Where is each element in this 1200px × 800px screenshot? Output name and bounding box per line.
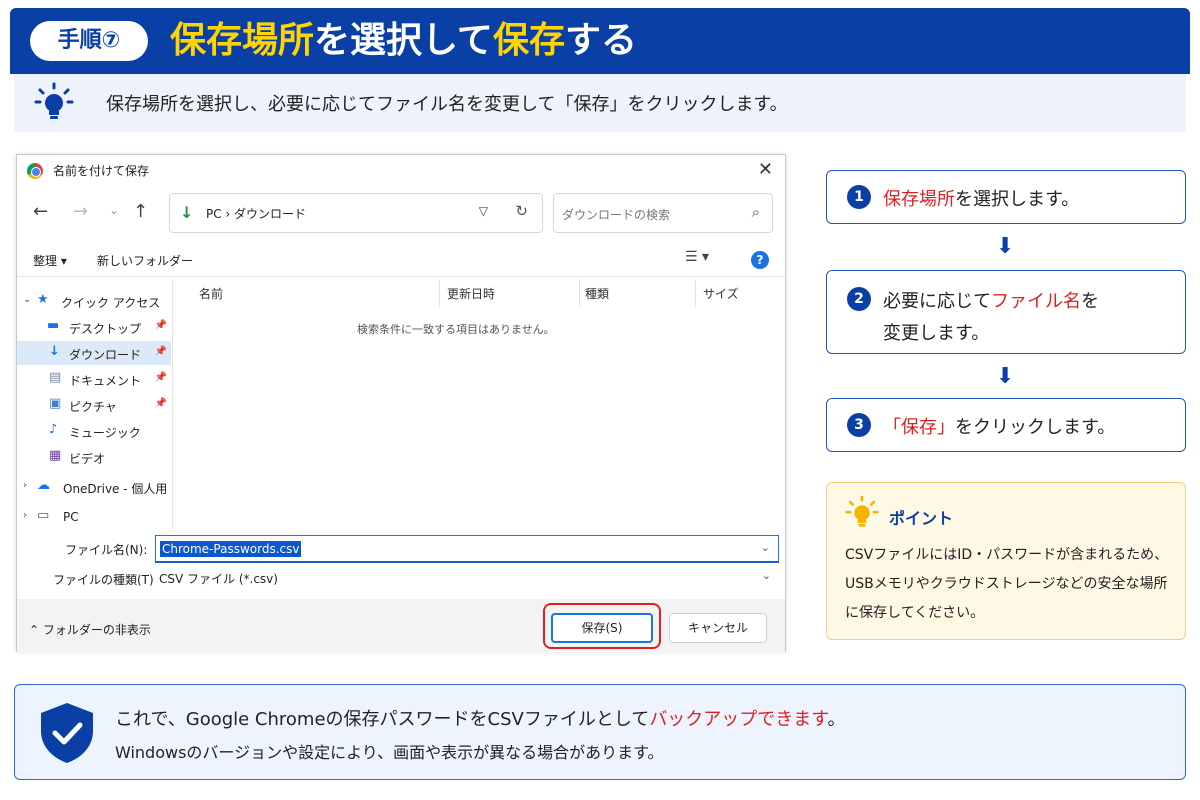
close-icon[interactable]: ✕	[758, 159, 773, 180]
header-banner: 手順⑦ 保存場所を選択して保存する	[10, 8, 1190, 74]
sidebar-item-quick-access[interactable]: ⌄ ★ クイック アクセス	[17, 289, 171, 313]
tip-bar: 保存場所を選択し、必要に応じてファイル名を変更して「保存」をクリックします。	[14, 74, 1186, 132]
note-line-1: これで、Google Chromeの保存パスワードをCSVファイルとしてバックア…	[115, 709, 846, 730]
cloud-icon: ☁	[37, 478, 50, 493]
step-3-box: 3 「保存」をクリックします。	[826, 398, 1186, 452]
step-number: 2	[847, 287, 871, 311]
completion-note: これで、Google Chromeの保存パスワードをCSVファイルとしてバックア…	[14, 684, 1186, 780]
tip-text: 保存場所を選択し、必要に応じてファイル名を変更して「保存」をクリックします。	[106, 94, 788, 115]
column-header-size[interactable]: サイズ	[703, 285, 739, 302]
page-title: 保存場所を選択して保存する	[170, 16, 637, 66]
help-icon[interactable]: ?	[751, 251, 769, 269]
sidebar-item-documents[interactable]: ▤ ドキュメント 📌	[17, 367, 171, 391]
title-part-1: 保存場所	[170, 20, 315, 61]
navigation-pane: ⌄ ★ クイック アクセス ▬ デスクトップ 📌 ↓ ダウンロード 📌 ▤ ドキュメン…	[17, 279, 173, 529]
point-body: CSVファイルにはID・パスワードが含まれるため、USBメモリやクラウドストレー…	[845, 547, 1169, 621]
filename-field[interactable]: Chrome-Passwords.csv ⌄	[155, 535, 779, 563]
search-placeholder: ダウンロードの検索	[562, 208, 671, 222]
point-title: ポイント	[889, 509, 954, 528]
save-button[interactable]: 保存(S)	[551, 613, 653, 643]
forward-arrow-icon[interactable]: →	[73, 201, 88, 222]
chrome-icon	[27, 163, 43, 179]
step-1-box: 1 保存場所を選択します。	[826, 170, 1186, 224]
step-text: 保存場所を選択します。	[883, 189, 1080, 210]
step-2-box: 2 必要に応じてファイル名を 変更します。	[826, 270, 1186, 354]
column-header-type[interactable]: 種類	[585, 285, 609, 302]
download-icon: ↓	[49, 344, 60, 359]
sidebar-item-music[interactable]: ♪ ミュージック	[17, 419, 171, 443]
back-arrow-icon[interactable]: ←	[33, 201, 48, 222]
video-icon: ▦	[49, 448, 62, 463]
chevron-down-icon[interactable]: ▽	[479, 204, 488, 218]
new-folder-button[interactable]: 新しいフォルダー	[97, 252, 193, 269]
sidebar-item-downloads[interactable]: ↓ ダウンロード 📌	[17, 341, 171, 365]
step-text: 「保存」をクリックします。	[883, 417, 1116, 438]
dialog-navbar: ← → ⌄ ↑ ↓ PC › ダウンロード ▽ ↻ ダウンロードの検索 ⌕	[17, 191, 785, 237]
sidebar-item-videos[interactable]: ▦ ビデオ	[17, 445, 171, 469]
column-header-name[interactable]: 名前	[199, 285, 223, 302]
sidebar-item-onedrive[interactable]: › ☁ OneDrive - 個人用	[17, 475, 171, 499]
filetype-value: CSV ファイル (*.csv)	[159, 572, 278, 586]
sidebar-item-desktop[interactable]: ▬ デスクトップ 📌	[17, 315, 171, 339]
filename-value: Chrome-Passwords.csv	[160, 541, 302, 557]
search-input[interactable]: ダウンロードの検索 ⌕	[553, 193, 773, 233]
pin-icon: 📌	[154, 320, 167, 331]
dialog-titlebar: 名前を付けて保存 ✕	[17, 155, 785, 187]
document-icon: ▤	[49, 370, 62, 385]
sidebar-item-pc[interactable]: › ▭ PC	[17, 505, 171, 529]
down-arrow-icon: ⬇	[996, 234, 1015, 259]
cancel-button[interactable]: キャンセル	[669, 613, 767, 643]
pin-icon: 📌	[154, 398, 167, 409]
picture-icon: ▣	[49, 396, 62, 411]
dialog-footer: ⌃ フォルダーの非表示 保存(S) キャンセル	[17, 599, 785, 653]
filename-label: ファイル名(N):	[65, 543, 148, 557]
dialog-title: 名前を付けて保存	[53, 164, 150, 178]
down-arrow-icon: ⬇	[996, 364, 1015, 389]
sidebar-item-pictures[interactable]: ▣ ピクチャ 📌	[17, 393, 171, 417]
step-label: 手順⑦	[30, 21, 148, 61]
step-number: 1	[847, 185, 871, 209]
dialog-toolbar: 整理 ▾ 新しいフォルダー ☰ ▾ ?	[17, 243, 785, 277]
step-number: 3	[847, 413, 871, 437]
pin-icon: 📌	[154, 346, 167, 357]
chevron-down-icon[interactable]: ⌄	[761, 541, 770, 554]
empty-message: 検索条件に一致する項目はありません。	[357, 323, 555, 336]
save-dialog: 名前を付けて保存 ✕ ← → ⌄ ↑ ↓ PC › ダウンロード ▽ ↻ ダウン…	[16, 154, 787, 653]
pin-icon: 📌	[154, 372, 167, 383]
lightbulb-icon	[845, 495, 879, 527]
title-part-3: 保存	[492, 20, 565, 61]
up-arrow-icon[interactable]: ↑	[133, 201, 148, 222]
chevron-down-icon[interactable]: ⌄	[762, 569, 771, 582]
organize-menu[interactable]: 整理 ▾	[33, 252, 67, 269]
shield-check-icon	[41, 703, 93, 763]
hide-folders-button[interactable]: ⌃ フォルダーの非表示	[29, 621, 151, 638]
filetype-select[interactable]: CSV ファイル (*.csv) ⌄	[155, 565, 779, 591]
note-line-2: Windowsのバージョンや設定により、画面や表示が異なる場合があります。	[115, 743, 664, 762]
step-text: 必要に応じてファイル名を	[883, 291, 1099, 312]
title-part-4: する	[564, 20, 637, 61]
address-bar[interactable]: ↓ PC › ダウンロード ▽ ↻	[169, 193, 543, 233]
lightbulb-icon	[34, 82, 74, 119]
refresh-icon[interactable]: ↻	[515, 202, 528, 220]
filetype-label: ファイルの種類(T):	[53, 573, 158, 587]
view-options-icon[interactable]: ☰ ▾	[685, 249, 709, 265]
recent-locations-icon[interactable]: ⌄	[109, 203, 119, 217]
point-box: ポイント CSVファイルにはID・パスワードが含まれるため、USBメモリやクラウ…	[826, 482, 1186, 640]
download-icon: ↓	[180, 203, 194, 222]
address-path: PC › ダウンロード	[206, 207, 307, 221]
computer-icon: ▭	[37, 508, 50, 523]
title-part-2: を選択して	[314, 20, 493, 61]
music-icon: ♪	[49, 422, 58, 437]
step-text-line2: 変更します。	[883, 323, 990, 344]
file-list: 名前 更新日時 種類 サイズ 検索条件に一致する項目はありません。	[175, 279, 787, 529]
desktop-icon: ▬	[47, 318, 60, 333]
column-header-modified[interactable]: 更新日時	[447, 285, 495, 302]
star-icon: ★	[37, 292, 49, 307]
search-icon: ⌕	[751, 203, 760, 221]
